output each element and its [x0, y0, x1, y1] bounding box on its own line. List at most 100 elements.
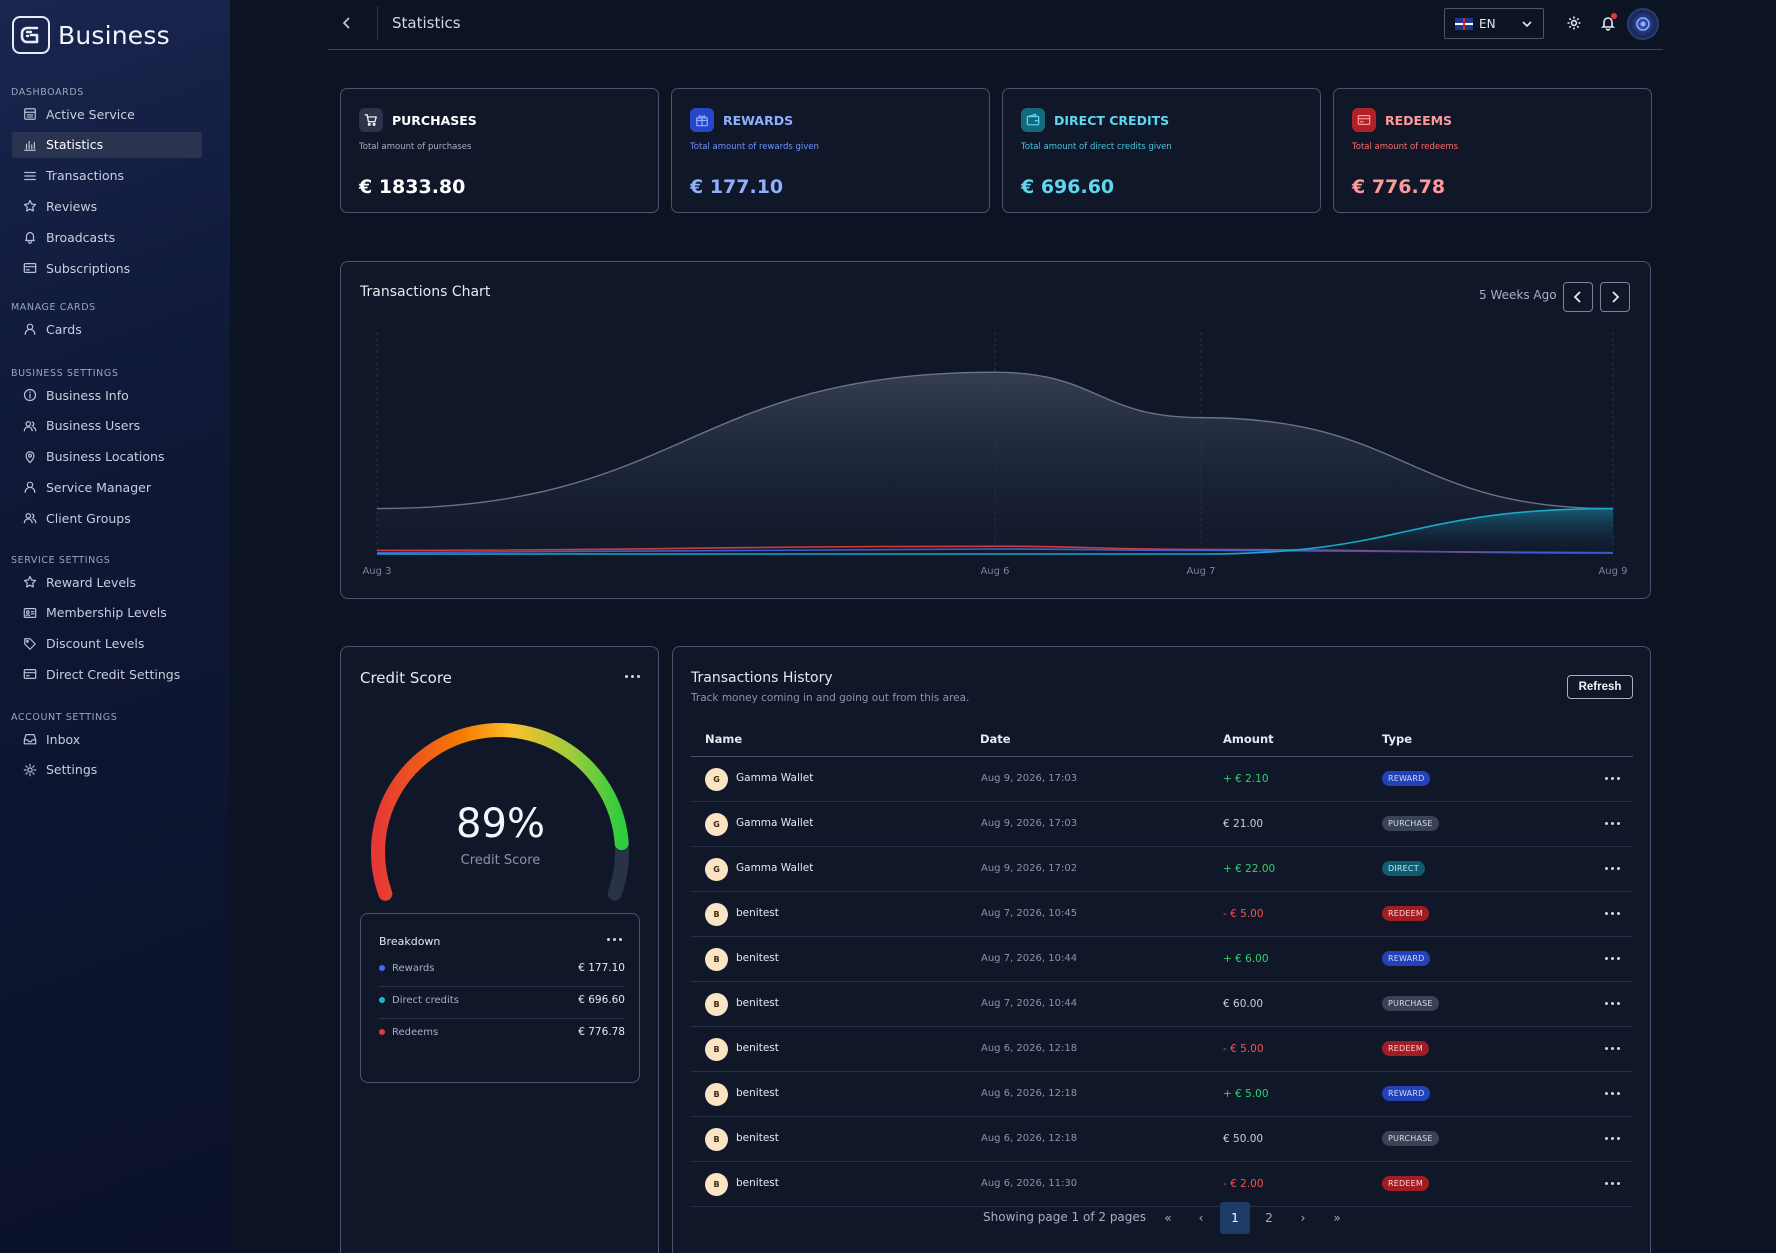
breakdown-menu-button[interactable] [607, 938, 622, 941]
row-menu-button[interactable] [1605, 822, 1620, 825]
table-row[interactable]: Bbenitest Aug 6, 2026, 12:18 € 50.00 PURCHA… [691, 1117, 1633, 1162]
stat-badge [359, 108, 383, 132]
chevron-left-icon [342, 17, 350, 29]
pin-icon [25, 450, 35, 463]
first-page-button[interactable]: « [1153, 1202, 1183, 1234]
type-badge: PURCHASE [1382, 816, 1439, 831]
sidebar-item-service-manager[interactable]: Service Manager [12, 474, 202, 500]
row-menu-button[interactable] [1605, 1182, 1620, 1185]
transactions-chart-panel: Transactions Chart 5 Weeks Ago Aug 3 Aug … [340, 261, 1651, 599]
table-row[interactable]: Bbenitest Aug 6, 2026, 11:30 - € 2.00 REDEE… [691, 1162, 1633, 1207]
column-header-type[interactable]: Type [1382, 732, 1412, 746]
next-page-button[interactable]: › [1288, 1202, 1318, 1234]
stat-value: € 1833.80 [359, 176, 466, 198]
wallet-icon [1026, 113, 1040, 126]
language-select[interactable]: EN [1444, 8, 1544, 39]
sidebar-item-subscriptions[interactable]: Subscriptions [12, 255, 202, 281]
gear-icon [1567, 16, 1581, 30]
table-row[interactable]: Bbenitest Aug 6, 2026, 12:18 - € 5.00 REDEE… [691, 1027, 1633, 1072]
column-header-amount[interactable]: Amount [1223, 732, 1274, 746]
logo-g-icon [20, 26, 39, 44]
row-amount: + € 6.00 [1223, 953, 1269, 965]
row-menu-button[interactable] [1605, 957, 1620, 960]
chevron-down-icon [1522, 21, 1532, 28]
notifications-button[interactable] [1597, 12, 1619, 34]
sidebar-item-reward-levels[interactable]: Reward Levels [12, 569, 202, 595]
sidebar-section-title: SERVICE SETTINGS [11, 555, 111, 566]
settings-button[interactable] [1563, 12, 1585, 34]
card-icon [1357, 115, 1371, 125]
refresh-button[interactable]: Refresh [1567, 675, 1633, 699]
sidebar-item-icon [23, 450, 37, 464]
legend-dot [379, 965, 385, 971]
sidebar-item-inbox[interactable]: Inbox [12, 726, 202, 752]
row-name: benitest [736, 1132, 779, 1144]
back-button[interactable] [336, 12, 358, 34]
app-logo[interactable]: Business [12, 16, 170, 54]
prev-page-button[interactable]: ‹ [1186, 1202, 1216, 1234]
row-amount: - € 2.00 [1223, 1178, 1264, 1190]
sidebar-item-direct-credit-settings[interactable]: Direct Credit Settings [12, 661, 202, 687]
sidebar-item-settings[interactable]: Settings [12, 757, 202, 783]
row-amount: € 50.00 [1223, 1133, 1264, 1145]
breakdown-row-rewards: Rewards € 177.10 [379, 950, 625, 986]
table-row[interactable]: Bbenitest Aug 6, 2026, 12:18 + € 5.00 REWAR… [691, 1072, 1633, 1117]
transactions-history-panel: Transactions History Track money coming … [672, 646, 1651, 1253]
table-row[interactable]: Bbenitest Aug 7, 2026, 10:45 - € 5.00 REDEE… [691, 892, 1633, 937]
row-name: benitest [736, 997, 779, 1009]
sidebar-item-reviews[interactable]: Reviews [12, 193, 202, 219]
sidebar-item-icon [23, 763, 37, 777]
sidebar-item-statistics[interactable]: Statistics [12, 131, 202, 158]
sidebar-item-label: Service Manager [46, 479, 151, 495]
info-icon [23, 388, 37, 402]
row-menu-button[interactable] [1605, 912, 1620, 915]
sidebar-item-active-service[interactable]: Active Service [12, 101, 202, 127]
last-page-button[interactable]: » [1322, 1202, 1352, 1234]
avatar: B [705, 993, 728, 1016]
sidebar-section-title: BUSINESS SETTINGS [11, 368, 119, 379]
sidebar-item-business-users[interactable]: Business Users [12, 413, 202, 439]
sidebar-item-label: Cards [46, 321, 82, 337]
credit-menu-button[interactable] [625, 675, 640, 678]
page-2-button[interactable]: 2 [1254, 1202, 1284, 1234]
page-1-button[interactable]: 1 [1220, 1202, 1250, 1234]
sidebar-item-label: Settings [46, 762, 98, 778]
sidebar-section-title: MANAGE CARDS [11, 302, 96, 313]
row-menu-button[interactable] [1605, 867, 1620, 870]
row-menu-button[interactable] [1605, 1092, 1620, 1095]
transactions-title: Transactions History [691, 670, 833, 686]
credit-score-value: 89% [456, 801, 545, 847]
building-icon [24, 108, 36, 120]
user-avatar[interactable] [1627, 8, 1659, 40]
app-root: Business DASHBOARDS Active Service Statist… [0, 0, 1776, 1253]
sidebar-item-business-locations[interactable]: Business Locations [12, 444, 202, 470]
row-amount: + € 22.00 [1223, 863, 1276, 875]
sidebar-item-discount-levels[interactable]: Discount Levels [12, 631, 202, 657]
sidebar-item-cards[interactable]: Cards [12, 316, 202, 342]
table-row[interactable]: G Gamma Wallet Aug 9, 2026, 17:03 + € 2.10 R… [691, 757, 1633, 802]
sidebar-item-business-info[interactable]: Business Info [12, 382, 202, 408]
column-header-date[interactable]: Date [980, 732, 1011, 746]
row-amount: € 21.00 [1223, 818, 1264, 830]
row-menu-button[interactable] [1605, 1047, 1620, 1050]
row-menu-button[interactable] [1605, 1137, 1620, 1140]
uk-flag-icon [1455, 17, 1473, 30]
table-row[interactable]: Bbenitest Aug 7, 2026, 10:44 + € 6.00 REWAR… [691, 937, 1633, 982]
sidebar-item-label: Subscriptions [46, 260, 131, 276]
stat-subtitle: Total amount of direct credits given [1021, 142, 1172, 152]
row-menu-button[interactable] [1605, 1002, 1620, 1005]
gift-icon [696, 115, 708, 127]
column-header-name[interactable]: Name [705, 732, 742, 746]
tag-icon [24, 637, 36, 650]
table-row[interactable]: G Gamma Wallet Aug 9, 2026, 17:03 € 21.00 PU… [691, 802, 1633, 847]
sidebar-item-broadcasts[interactable]: Broadcasts [12, 224, 202, 250]
table-row[interactable]: G Gamma Wallet Aug 9, 2026, 17:02 + € 22.00… [691, 847, 1633, 892]
sidebar-item-client-groups[interactable]: Client Groups [12, 505, 202, 531]
breakdown-label: Redeems [392, 1026, 439, 1038]
table-row[interactable]: Bbenitest Aug 7, 2026, 10:44 € 60.00 PURCHA… [691, 982, 1633, 1027]
type-badge: PURCHASE [1382, 996, 1439, 1011]
type-badge: REDEEM [1382, 1041, 1429, 1056]
sidebar-item-membership-levels[interactable]: Membership Levels [12, 600, 202, 626]
row-menu-button[interactable] [1605, 777, 1620, 780]
sidebar-item-transactions[interactable]: Transactions [12, 163, 202, 189]
